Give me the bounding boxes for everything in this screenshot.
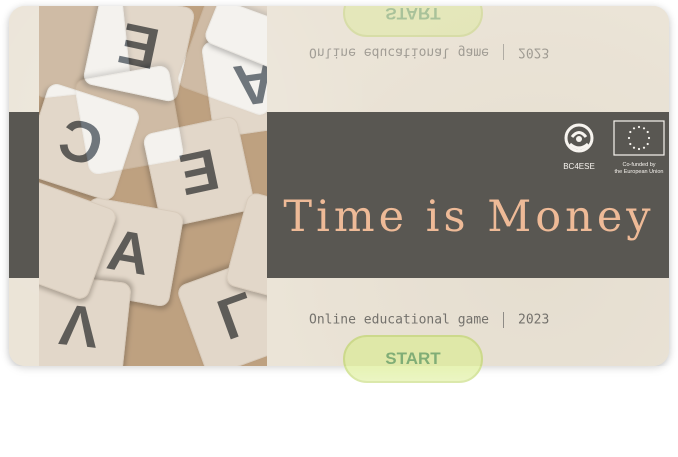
letter-tile: C [39,81,142,203]
title-card: E A C E A L V BC4ESE Co-funded by the Eu… [9,6,669,366]
game-start-screen: E A C E A L V BC4ESE Co-funded by the Eu… [9,6,669,383]
game-title: Time is Money [283,192,655,242]
letter-tile: E [82,6,196,103]
eu-cofunded-logo: Co-funded by the European Union [613,120,665,176]
bc4ese-logo-label: BC4ESE [563,162,595,171]
eu-label-line2: the European Union [614,169,664,175]
eu-flag-icon [613,120,665,156]
game-year: 2023 [518,312,550,328]
letter-tiles-photo: E A C E A L V [39,6,267,366]
subtitle-divider [503,312,505,328]
bc4ese-logo-icon [564,123,594,153]
eu-label-line1: Co-funded by [622,162,656,168]
bc4ese-logo: BC4ESE [561,122,597,171]
game-subtitle-line: Online educational game 2023 [309,312,549,328]
game-subtitle: Online educational game [309,312,490,328]
reflection-fade [0,366,678,457]
start-button[interactable]: START [343,335,483,383]
